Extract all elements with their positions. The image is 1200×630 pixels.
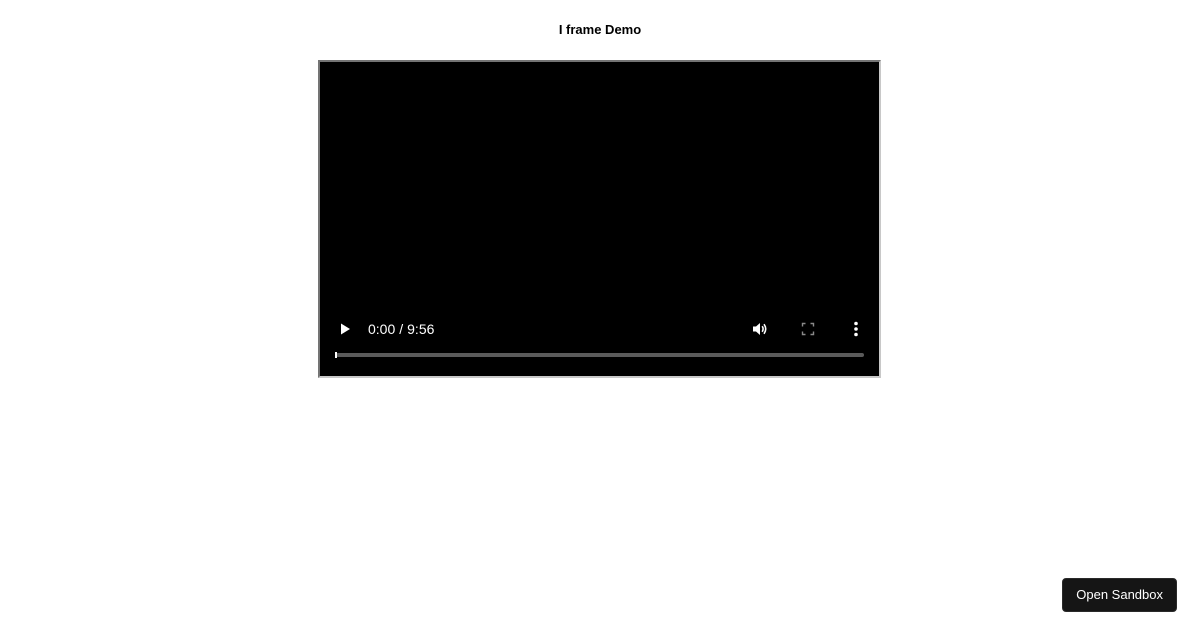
- time-display: 0:00/9:56: [368, 320, 434, 338]
- page: I frame Demo 0:00/9:56 Open Sandbox: [0, 0, 1200, 630]
- progress-thumb[interactable]: [335, 352, 337, 358]
- duration: 9:56: [407, 321, 435, 337]
- volume-icon: [753, 323, 767, 335]
- fullscreen-button[interactable]: [794, 315, 822, 343]
- play-button[interactable]: [331, 315, 359, 343]
- open-sandbox-button[interactable]: Open Sandbox: [1062, 578, 1177, 612]
- embedded-iframe: 0:00/9:56: [318, 60, 881, 378]
- current-time: 0:00: [368, 321, 396, 337]
- fullscreen-icon: [801, 322, 815, 336]
- time-separator: /: [399, 321, 404, 337]
- play-icon: [341, 323, 350, 335]
- more-options-button[interactable]: [842, 315, 870, 343]
- more-options-icon: [854, 321, 858, 337]
- video-player[interactable]: 0:00/9:56: [320, 62, 879, 376]
- volume-button[interactable]: [746, 315, 774, 343]
- progress-bar[interactable]: [335, 352, 864, 358]
- page-title: I frame Demo: [558, 22, 642, 37]
